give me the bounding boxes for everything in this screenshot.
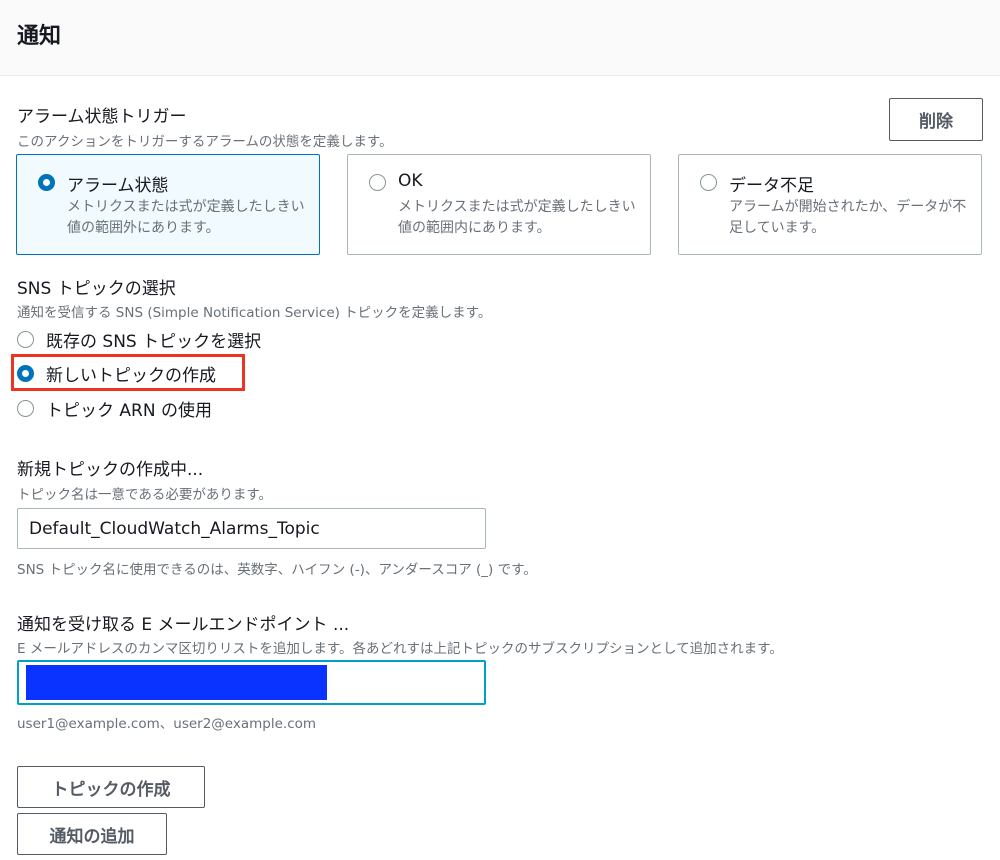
tile-insufficient-data-description: アラームが開始されたか、データが不足しています。 <box>729 199 967 236</box>
sns-option-topic-arn-label: トピック ARN の使用 <box>46 400 212 421</box>
sns-option-topic-arn[interactable]: トピック ARN の使用 <box>17 396 212 421</box>
topic-name-input[interactable]: Default_CloudWatch_Alarms_Topic <box>17 508 486 549</box>
tile-ok[interactable]: OK メトリクスまたは式が定義したしきい値の範囲内にあります。 <box>347 154 651 255</box>
tile-insufficient-data[interactable]: データ不足 アラームが開始されたか、データが不足しています。 <box>678 154 982 255</box>
tile-alarm-state-description: メトリクスまたは式が定義したしきい値の範囲外にあります。 <box>67 199 305 236</box>
email-endpoints-description: E メールアドレスのカンマ区切りリストを追加します。各あどれすは上記トピックのサ… <box>17 641 783 657</box>
sns-option-existing-label: 既存の SNS トピックを選択 <box>46 331 262 352</box>
tile-alarm-state-title: アラーム状態 <box>67 176 169 196</box>
section-title: 通知 <box>17 24 62 49</box>
tile-insufficient-data-title: データ不足 <box>729 176 814 196</box>
add-notification-button[interactable]: 通知の追加 <box>17 813 167 855</box>
radio-existing-topic[interactable] <box>17 330 34 348</box>
sns-option-existing[interactable]: 既存の SNS トピックを選択 <box>17 327 262 352</box>
alarm-trigger-description: このアクションをトリガーするアラームの状態を定義します。 <box>17 134 393 150</box>
radio-ok[interactable] <box>369 174 386 191</box>
redaction-block <box>26 665 327 700</box>
alarm-trigger-label: アラーム状態トリガー <box>17 107 187 127</box>
new-topic-description: トピック名は一意である必要があります。 <box>17 487 273 503</box>
topic-name-hint: SNS トピック名に使用できるのは、英数字、ハイフン (-)、アンダースコア (… <box>17 562 537 578</box>
tile-alarm-state[interactable]: アラーム状態 メトリクスまたは式が定義したしきい値の範囲外にあります。 <box>16 154 320 255</box>
email-endpoints-label: 通知を受け取る E メールエンドポイント ... <box>17 615 350 635</box>
highlight-annotation-box <box>11 354 245 391</box>
section-header: 通知 <box>0 0 1000 76</box>
sns-topic-description: 通知を受信する SNS (Simple Notification Service… <box>17 305 492 321</box>
tile-ok-title: OK <box>398 171 423 191</box>
sns-topic-label: SNS トピックの選択 <box>17 279 176 299</box>
new-topic-label: 新規トピックの作成中... <box>17 460 204 480</box>
email-endpoints-hint: user1@example.com、user2@example.com <box>17 716 317 732</box>
radio-topic-arn[interactable] <box>17 399 34 417</box>
radio-insufficient-data[interactable] <box>700 174 717 191</box>
tile-ok-description: メトリクスまたは式が定義したしきい値の範囲内にあります。 <box>398 199 636 236</box>
radio-alarm-state[interactable] <box>38 174 55 191</box>
remove-button[interactable]: 削除 <box>889 98 983 141</box>
create-topic-button[interactable]: トピックの作成 <box>17 766 205 808</box>
